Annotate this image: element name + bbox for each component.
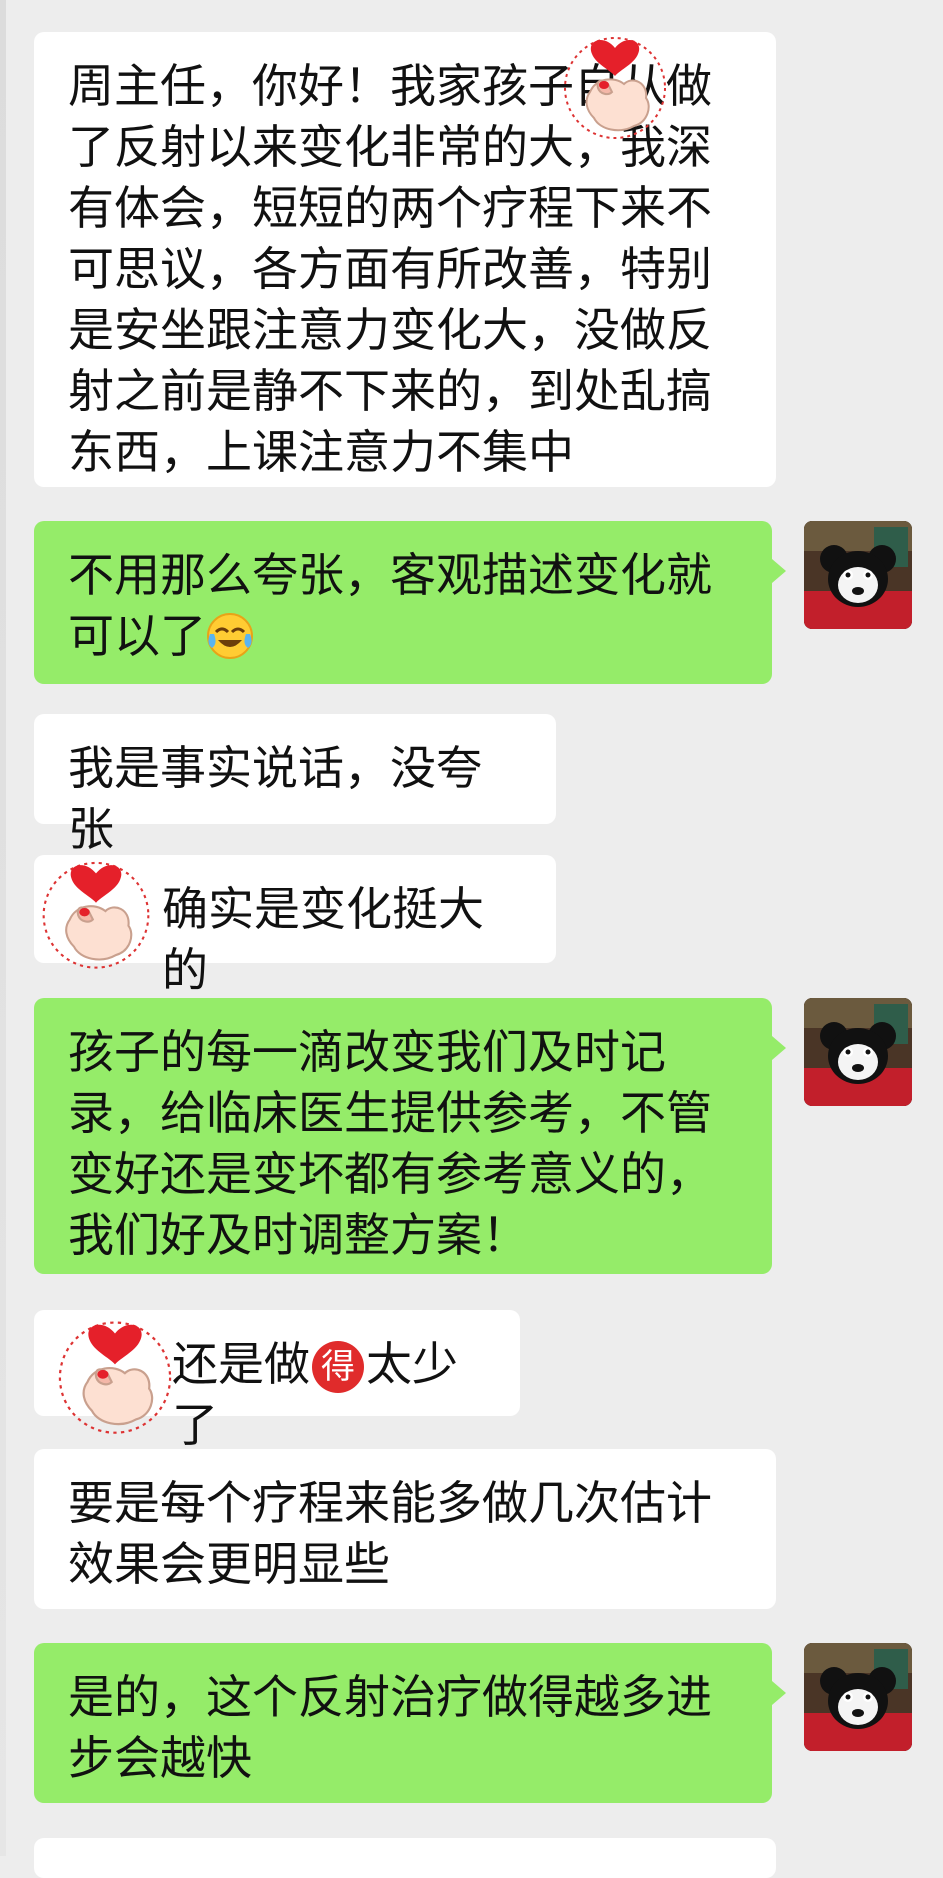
de-badge-icon: 得 — [312, 1341, 364, 1393]
message-outgoing-8[interactable]: 是的，这个反射治疗做得越多进步会越快 — [34, 1643, 786, 1803]
panda-bear-avatar-icon[interactable] — [804, 998, 912, 1106]
face-with-tears-of-joy-icon — [206, 612, 254, 660]
panda-bear-avatar-icon[interactable] — [804, 1643, 912, 1751]
message-incoming-3[interactable]: 我是事实说话，没夸张 — [34, 714, 556, 856]
finger-heart-sticker — [50, 1300, 180, 1442]
bubble-tail — [772, 1036, 786, 1060]
message-text: 要是每个疗程来能多做几次估计效果会更明显些 — [68, 1476, 712, 1591]
message-text: 不用那么夸张，客观描述变化就可以了 — [68, 548, 712, 663]
chat-window: 周主任，你好！我家孩子自从做了反射以来变化非常的大，我深有体会，短短的两个疗程下… — [0, 0, 943, 1878]
message-text-before: 还是做 — [172, 1337, 310, 1391]
message-incoming-partial[interactable] — [34, 1838, 776, 1878]
bubble-tail — [772, 559, 786, 583]
bubble-tail — [772, 1681, 786, 1705]
message-outgoing-2[interactable]: 不用那么夸张，客观描述变化就可以了 — [34, 521, 786, 684]
message-text: 孩子的每一滴改变我们及时记录，给临床医生提供参考，不管变好还是变坏都有参考意义的… — [68, 1025, 712, 1262]
left-edge-strip — [0, 0, 6, 1856]
message-text: 确实是变化挺大的 — [162, 882, 484, 997]
message-incoming-7[interactable]: 要是每个疗程来能多做几次估计效果会更明显些 — [34, 1449, 776, 1609]
finger-heart-sticker — [34, 842, 158, 976]
message-text: 我是事实说话，没夸张 — [68, 741, 482, 856]
message-outgoing-5[interactable]: 孩子的每一滴改变我们及时记录，给临床医生提供参考，不管变好还是变坏都有参考意义的… — [34, 998, 786, 1274]
panda-bear-avatar-icon[interactable] — [804, 521, 912, 629]
finger-heart-sticker — [556, 18, 674, 146]
message-text: 是的，这个反射治疗做得越多进步会越快 — [68, 1670, 712, 1785]
